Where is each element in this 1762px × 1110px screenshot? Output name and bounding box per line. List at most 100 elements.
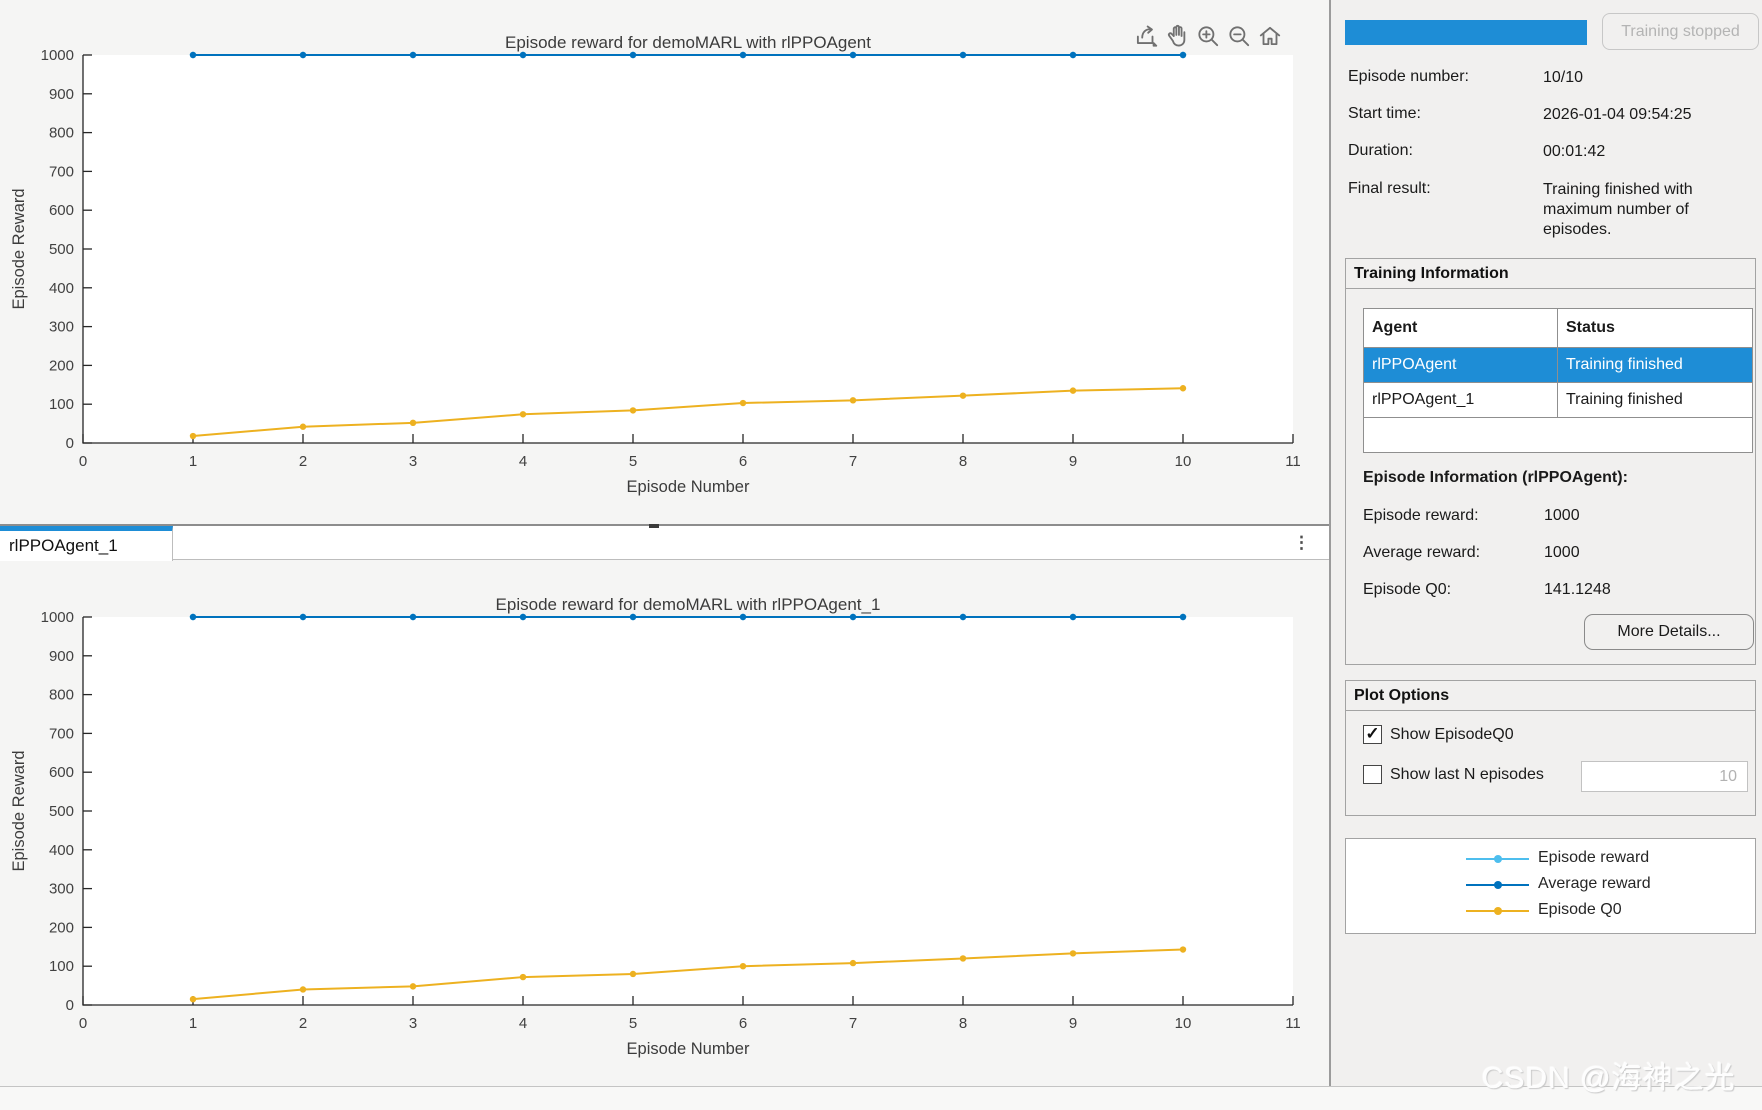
legend-item-episode-reward: Episode reward [1346,847,1755,871]
svg-text:0: 0 [79,1015,87,1032]
legend-label: Average reward [1538,875,1651,892]
svg-text:500: 500 [49,241,74,258]
show-episodeq0-label: Show EpisodeQ0 [1390,726,1514,743]
agent-cell[interactable]: rlPPOAgent_1 [1363,382,1558,418]
episode-q0-value: 141.1248 [1544,581,1611,598]
reward-chart-rlppoagent: 0 1 2 3 4 5 6 7 8 9 10 11 0 100 200 300 400 500 600 700 800 9… [10,33,1301,496]
svg-text:11: 11 [1285,1015,1301,1032]
svg-text:Episode Number: Episode Number [627,1040,750,1058]
duration-value: 00:01:42 [1543,143,1606,160]
svg-text:400: 400 [49,280,74,297]
svg-text:700: 700 [49,163,74,180]
svg-text:3: 3 [409,453,417,470]
tab-label: rlPPOAgent_1 [9,536,118,555]
average-reward-value: 1000 [1544,544,1580,561]
more-details-button[interactable]: More Details... [1584,614,1754,650]
episode-q0-label: Episode Q0: [1363,581,1452,598]
svg-text:1: 1 [189,453,197,470]
svg-text:10: 10 [1175,453,1192,470]
training-progress-bar [1345,20,1587,45]
table-row-rlppoagent[interactable]: rlPPOAgent Training finished [1363,347,1753,383]
svg-text:Episode Reward: Episode Reward [10,188,28,309]
svg-text:7: 7 [849,453,857,470]
export-icon[interactable] [1131,20,1160,52]
svg-text:800: 800 [49,125,74,142]
svg-text:6: 6 [739,1015,747,1032]
svg-text:10: 10 [1175,1015,1192,1032]
svg-text:6: 6 [739,453,747,470]
show-last-n-label: Show last N episodes [1390,766,1544,783]
chart-tab-strip: rlPPOAgent_1 ⋮ [0,524,1329,561]
episode-number-value: 10/10 [1543,69,1584,86]
table-empty-row [1363,417,1753,453]
svg-text:1: 1 [189,1015,197,1032]
show-episodeq0-checkbox[interactable] [1363,725,1382,744]
svg-text:4: 4 [519,1015,527,1032]
table-row-rlppoagent-1[interactable]: rlPPOAgent_1 Training finished [1363,382,1753,418]
svg-text:5: 5 [629,453,637,470]
episode-manager-window: 0 1 2 3 4 5 6 7 8 9 10 11 0 100 200 300 400 500 600 700 800 9… [0,0,1762,1110]
training-progress-fill [1345,20,1587,45]
agents-status-table[interactable]: Agent Status rlPPOAgent Training finishe… [1363,308,1753,453]
episode-number-label: Episode number: [1348,68,1469,85]
svg-text:2: 2 [299,453,307,470]
start-time-label: Start time: [1348,105,1421,122]
episode-information-title: Episode Information (rlPPOAgent): [1363,469,1628,486]
training-information-panel: Training Information Agent Status rlPPOA… [1345,258,1756,665]
reward-chart-rlppoagent-1: 0 1 2 3 4 5 6 7 8 9 10 11 0 100 200 300 400 500 600 700 800 9… [10,595,1301,1058]
average-reward-marker-swatch [1494,881,1502,889]
svg-text:2: 2 [299,1015,307,1032]
table-header-row: Agent Status [1363,308,1753,348]
last-n-episodes-input[interactable] [1581,761,1748,792]
svg-text:200: 200 [49,919,74,936]
svg-text:9: 9 [1069,1015,1077,1032]
svg-text:8: 8 [959,453,967,470]
home-icon[interactable] [1255,20,1284,52]
svg-text:11: 11 [1285,453,1301,470]
svg-text:Episode Reward: Episode Reward [10,750,28,871]
svg-text:Episode reward for demoMARL wi: Episode reward for demoMARL with rlPPOAg… [505,33,871,52]
svg-text:900: 900 [49,86,74,103]
agent-cell[interactable]: rlPPOAgent [1363,347,1558,383]
status-cell: Training finished [1557,382,1753,418]
svg-text:0: 0 [66,435,74,452]
tab-rlppoagent-1[interactable]: rlPPOAgent_1 [0,526,173,561]
watermark: CSDN @海神之光 [1482,1062,1736,1095]
plot-options-title: Plot Options [1346,681,1755,711]
svg-text:500: 500 [49,803,74,820]
episode-reward-label: Episode reward: [1363,507,1479,524]
training-status-panel: Training stopped Episode number: 10/10 S… [1331,0,1762,1110]
svg-text:900: 900 [49,648,74,665]
pan-icon[interactable] [1162,20,1191,52]
svg-text:3: 3 [409,1015,417,1032]
episode-q0-marker-swatch [1494,907,1502,915]
svg-text:5: 5 [629,1015,637,1032]
duration-label: Duration: [1348,142,1413,159]
agent-column-header: Agent [1363,308,1558,348]
axes-toolbar [1131,20,1284,52]
svg-text:600: 600 [49,764,74,781]
start-time-value: 2026-01-04 09:54:25 [1543,106,1692,123]
plot-options-panel: Plot Options Show EpisodeQ0 Show last N … [1345,680,1756,816]
show-last-n-checkbox[interactable] [1363,765,1382,784]
legend-item-average-reward: Average reward [1346,873,1755,897]
svg-text:8: 8 [959,1015,967,1032]
splitter-handle[interactable] [649,524,659,528]
svg-text:100: 100 [49,396,74,413]
status-column-header: Status [1557,308,1753,348]
svg-text:800: 800 [49,687,74,704]
zoom-out-icon[interactable] [1224,20,1253,52]
svg-text:300: 300 [49,881,74,898]
svg-text:Episode reward for demoMARL wi: Episode reward for demoMARL with rlPPOAg… [496,595,881,614]
svg-text:9: 9 [1069,453,1077,470]
legend-item-episode-q0: Episode Q0 [1346,899,1755,923]
svg-text:0: 0 [66,997,74,1014]
tab-overflow-menu-icon[interactable]: ⋮ [1290,528,1314,558]
final-result-label: Final result: [1348,180,1431,197]
training-stopped-button[interactable]: Training stopped [1602,13,1759,50]
svg-text:0: 0 [79,453,87,470]
svg-text:Episode Number: Episode Number [627,478,750,496]
zoom-in-icon[interactable] [1193,20,1222,52]
svg-text:7: 7 [849,1015,857,1032]
svg-text:100: 100 [49,958,74,975]
